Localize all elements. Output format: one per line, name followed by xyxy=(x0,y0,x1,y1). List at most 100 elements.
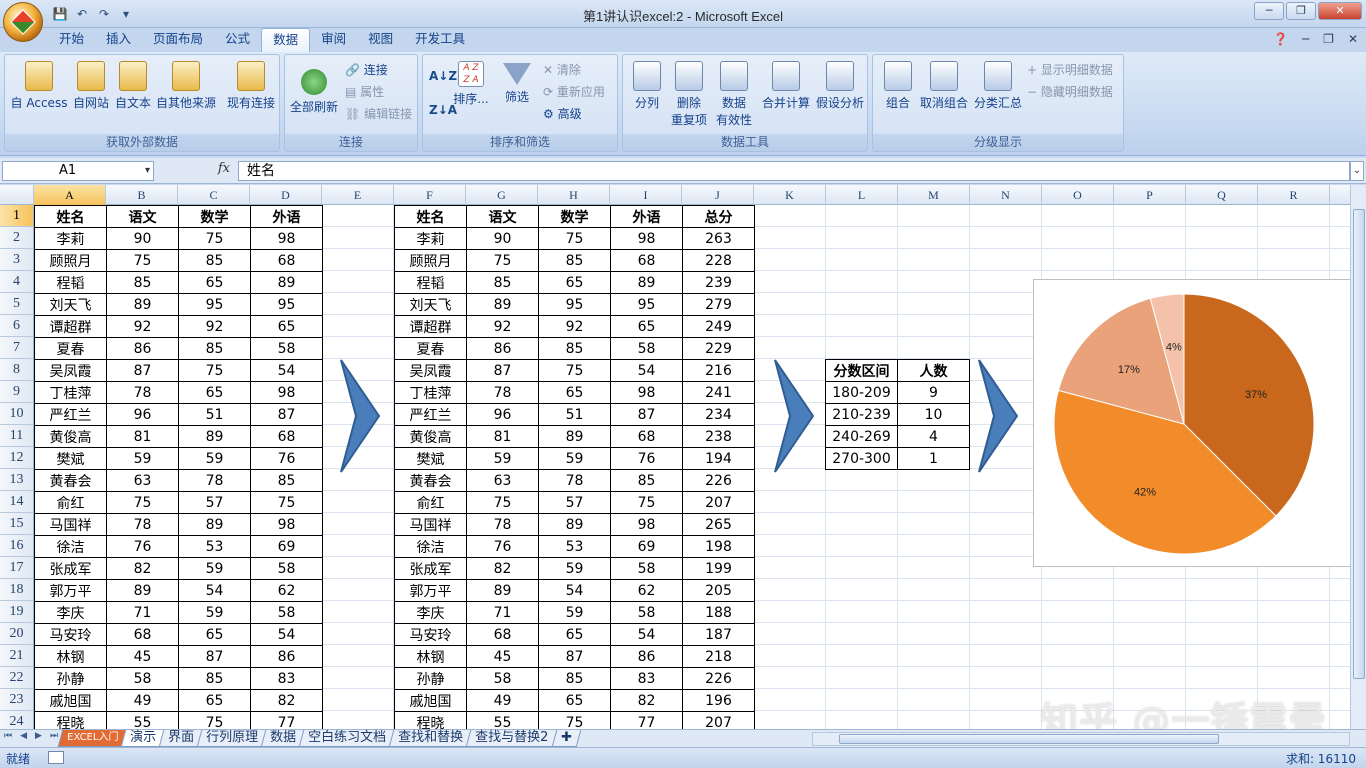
advanced-button[interactable]: ⚙ 高级 xyxy=(543,105,582,122)
cell[interactable]: 279 xyxy=(682,293,755,316)
cell[interactable]: 58 xyxy=(250,601,323,624)
cell[interactable]: 78 xyxy=(466,381,539,404)
column-header[interactable]: A xyxy=(34,185,106,205)
column-header[interactable]: J xyxy=(682,185,754,205)
cell[interactable]: 68 xyxy=(250,425,323,448)
cell[interactable]: 68 xyxy=(610,425,683,448)
cell[interactable]: 54 xyxy=(610,623,683,646)
cell[interactable]: 75 xyxy=(538,359,611,382)
help-icon[interactable]: ❓ xyxy=(1273,32,1288,46)
column-header[interactable]: C xyxy=(178,185,250,205)
cell[interactable]: 吴凤霞 xyxy=(34,359,107,382)
cell[interactable]: 林钢 xyxy=(394,645,467,668)
cell[interactable]: 68 xyxy=(610,249,683,272)
sheet-tab[interactable]: 行列原理 xyxy=(197,730,268,747)
cell[interactable]: 89 xyxy=(178,425,251,448)
properties-button[interactable]: ▤ 属性 xyxy=(345,83,384,100)
row-header[interactable]: 3 xyxy=(0,249,34,271)
cell[interactable]: 65 xyxy=(538,271,611,294)
cell[interactable]: 戚旭国 xyxy=(394,689,467,712)
cell[interactable]: 226 xyxy=(682,469,755,492)
cell[interactable]: 188 xyxy=(682,601,755,624)
cell[interactable]: 205 xyxy=(682,579,755,602)
remove-duplicates-button[interactable]: 删除 重复项 xyxy=(669,61,709,128)
ribbon-tab[interactable]: 公式 xyxy=(214,28,261,52)
column-header[interactable]: B xyxy=(106,185,178,205)
cell[interactable]: 216 xyxy=(682,359,755,382)
cell[interactable]: 92 xyxy=(178,315,251,338)
ribbon-tab[interactable]: 页面布局 xyxy=(142,28,214,52)
cell[interactable]: 黄俊高 xyxy=(394,425,467,448)
header-cell[interactable]: 人数 xyxy=(897,359,970,382)
cell[interactable]: 78 xyxy=(106,381,179,404)
prev-sheet-icon[interactable]: ◀ xyxy=(20,731,27,741)
column-header[interactable]: Q xyxy=(1186,185,1258,205)
cell[interactable]: 270-300 xyxy=(825,447,898,470)
header-cell[interactable]: 语文 xyxy=(106,205,179,228)
cell[interactable]: 95 xyxy=(538,293,611,316)
row-header[interactable]: 8 xyxy=(0,359,34,381)
cell[interactable]: 75 xyxy=(250,491,323,514)
cell[interactable]: 90 xyxy=(466,227,539,250)
row-header[interactable]: 2 xyxy=(0,227,34,249)
cell[interactable]: 58 xyxy=(610,557,683,580)
cell[interactable]: 95 xyxy=(250,293,323,316)
cell[interactable]: 62 xyxy=(250,579,323,602)
cell[interactable]: 89 xyxy=(250,271,323,294)
cell[interactable]: 77 xyxy=(250,711,323,729)
row-header[interactable]: 22 xyxy=(0,667,34,689)
cell[interactable]: 李庆 xyxy=(394,601,467,624)
cell[interactable]: 49 xyxy=(466,689,539,712)
cell[interactable]: 75 xyxy=(178,227,251,250)
cell[interactable]: 226 xyxy=(682,667,755,690)
cell[interactable]: 85 xyxy=(250,469,323,492)
row-header[interactable]: 4 xyxy=(0,271,34,293)
row-header[interactable]: 20 xyxy=(0,623,34,645)
from-web-button[interactable]: 自网站 xyxy=(71,61,111,111)
cell[interactable]: 65 xyxy=(178,689,251,712)
column-header[interactable]: O xyxy=(1042,185,1114,205)
cell[interactable]: 228 xyxy=(682,249,755,272)
cell[interactable]: 刘天飞 xyxy=(394,293,467,316)
workbook-restore-icon[interactable]: ❐ xyxy=(1323,32,1334,46)
cell[interactable]: 68 xyxy=(250,249,323,272)
cell[interactable]: 89 xyxy=(466,579,539,602)
text-to-columns-button[interactable]: 分列 xyxy=(627,61,667,111)
cell[interactable]: 59 xyxy=(466,447,539,470)
from-text-button[interactable]: 自文本 xyxy=(113,61,153,111)
cell[interactable]: 丁桂萍 xyxy=(34,381,107,404)
cell[interactable]: 63 xyxy=(466,469,539,492)
cell[interactable]: 98 xyxy=(250,381,323,404)
cell[interactable]: 9 xyxy=(897,381,970,404)
cell[interactable]: 65 xyxy=(178,623,251,646)
close-button[interactable]: ✕ xyxy=(1318,2,1362,20)
cell[interactable]: 65 xyxy=(178,381,251,404)
cell[interactable]: 82 xyxy=(250,689,323,712)
cell[interactable]: 马国祥 xyxy=(394,513,467,536)
header-cell[interactable]: 外语 xyxy=(250,205,323,228)
cell[interactable]: 68 xyxy=(106,623,179,646)
cell[interactable]: 郭万平 xyxy=(394,579,467,602)
header-cell[interactable]: 姓名 xyxy=(394,205,467,228)
cell[interactable]: 82 xyxy=(106,557,179,580)
edit-links-button[interactable]: ⛓ 编辑链接 xyxy=(345,105,412,122)
cell[interactable]: 严红兰 xyxy=(394,403,467,426)
cell[interactable]: 李庆 xyxy=(34,601,107,624)
cell[interactable]: 69 xyxy=(250,535,323,558)
cell[interactable]: 58 xyxy=(250,557,323,580)
cell[interactable]: 59 xyxy=(178,557,251,580)
cell[interactable]: 85 xyxy=(538,337,611,360)
cell[interactable]: 程韬 xyxy=(34,271,107,294)
cell[interactable]: 85 xyxy=(466,271,539,294)
cell[interactable]: 54 xyxy=(610,359,683,382)
data-validation-button[interactable]: 数据 有效性 xyxy=(713,61,755,128)
cell[interactable]: 53 xyxy=(538,535,611,558)
cell[interactable]: 吴凤霞 xyxy=(394,359,467,382)
cell[interactable]: 谭超群 xyxy=(394,315,467,338)
header-cell[interactable]: 外语 xyxy=(610,205,683,228)
column-header[interactable]: L xyxy=(826,185,898,205)
cell[interactable]: 樊斌 xyxy=(34,447,107,470)
cell[interactable]: 59 xyxy=(538,601,611,624)
cell[interactable]: 78 xyxy=(466,513,539,536)
cell[interactable]: 49 xyxy=(106,689,179,712)
